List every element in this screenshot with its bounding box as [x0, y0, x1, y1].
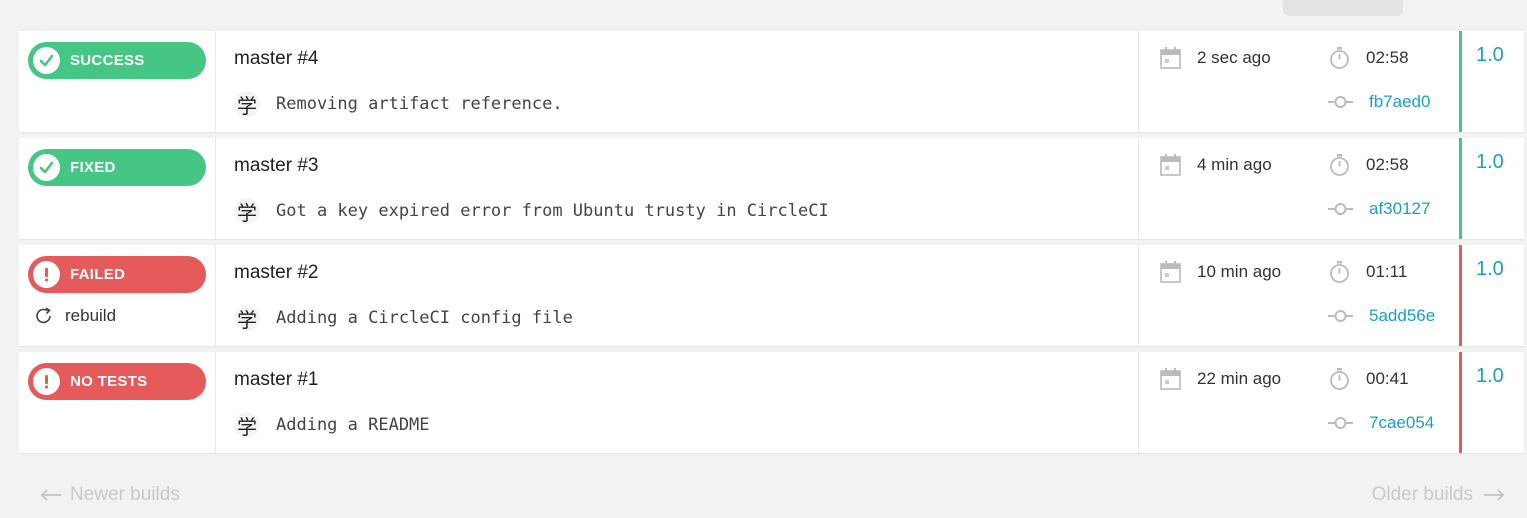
calendar-icon: [1160, 368, 1181, 390]
commit-hash-link[interactable]: 7cae054: [1369, 413, 1434, 433]
calendar-icon: [1160, 154, 1181, 176]
check-circle-icon: [33, 47, 60, 74]
status-badge[interactable]: SUCCESS: [28, 42, 206, 79]
status-bar: [1459, 138, 1462, 239]
status-bar: [1459, 352, 1462, 453]
status-badge[interactable]: FIXED: [28, 149, 206, 186]
commit-hash-link[interactable]: 5add56e: [1369, 306, 1435, 326]
build-row[interactable]: NO TESTS master #1 学 Adding a README 22 …: [19, 352, 1524, 453]
git-commit-icon: [1328, 203, 1353, 215]
build-duration: 02:58: [1366, 48, 1409, 67]
commit-hash-link[interactable]: af30127: [1369, 199, 1430, 219]
build-row[interactable]: FAILED rebuild master #2 学 Adding a Circ…: [19, 245, 1524, 346]
git-commit-icon: [1328, 310, 1353, 322]
status-bar: [1459, 245, 1462, 346]
calendar-icon: [1160, 47, 1181, 69]
build-list: SUCCESS master #4 学 Removing artifact re…: [19, 31, 1524, 459]
build-row[interactable]: FIXED master #3 学 Got a key expired erro…: [19, 138, 1524, 239]
version-link[interactable]: 1.0: [1476, 365, 1504, 388]
build-duration: 01:11: [1366, 262, 1408, 281]
rebuild-label: rebuild: [65, 306, 117, 325]
calendar-icon: [1160, 261, 1181, 283]
git-commit-icon: [1328, 417, 1353, 429]
status-label: SUCCESS: [70, 52, 145, 69]
commit-message: Removing artifact reference.: [276, 94, 563, 114]
older-builds-link[interactable]: Older builds: [1372, 484, 1505, 506]
git-commit-icon: [1328, 96, 1353, 108]
stopwatch-icon: [1330, 368, 1349, 390]
avatar: 学: [234, 305, 260, 332]
status-label: FAILED: [70, 266, 126, 283]
top-tab[interactable]: [1283, 0, 1403, 16]
refresh-icon: [36, 307, 51, 324]
exclamation-circle-icon: [33, 261, 60, 288]
build-title[interactable]: master #1: [234, 369, 1138, 391]
stopwatch-icon: [1330, 47, 1349, 69]
version-link[interactable]: 1.0: [1476, 151, 1504, 174]
build-title[interactable]: master #3: [234, 155, 1138, 177]
build-time-ago: 2 sec ago: [1197, 48, 1271, 67]
rebuild-button[interactable]: rebuild: [34, 306, 215, 326]
version-link[interactable]: 1.0: [1476, 44, 1504, 67]
build-time-ago: 22 min ago: [1197, 369, 1282, 388]
stopwatch-icon: [1330, 154, 1349, 176]
build-time-ago: 10 min ago: [1197, 262, 1282, 281]
status-label: NO TESTS: [70, 373, 148, 390]
commit-message: Got a key expired error from Ubuntu trus…: [276, 201, 829, 221]
status-badge[interactable]: FAILED: [28, 256, 206, 293]
status-bar: [1459, 31, 1462, 132]
build-row[interactable]: SUCCESS master #4 学 Removing artifact re…: [19, 31, 1524, 132]
arrow-right-icon: [1484, 489, 1505, 501]
build-time-ago: 4 min ago: [1197, 155, 1272, 174]
status-label: FIXED: [70, 159, 116, 176]
avatar: 学: [234, 91, 260, 118]
older-builds-label: Older builds: [1371, 484, 1473, 505]
newer-builds-link[interactable]: Newer builds: [40, 484, 180, 506]
avatar: 学: [234, 198, 260, 225]
commit-hash-link[interactable]: fb7aed0: [1369, 92, 1430, 112]
arrow-left-icon: [40, 489, 61, 501]
stopwatch-icon: [1330, 261, 1349, 283]
build-title[interactable]: master #2: [234, 262, 1138, 284]
avatar: 学: [234, 412, 260, 439]
newer-builds-label: Newer builds: [70, 484, 180, 505]
commit-message: Adding a README: [276, 415, 430, 435]
check-circle-icon: [33, 154, 60, 181]
build-title[interactable]: master #4: [234, 48, 1138, 70]
exclamation-circle-icon: [33, 368, 60, 395]
status-badge[interactable]: NO TESTS: [28, 363, 206, 400]
build-duration: 02:58: [1366, 155, 1409, 174]
build-duration: 00:41: [1366, 369, 1409, 388]
commit-message: Adding a CircleCI config file: [276, 308, 573, 328]
version-link[interactable]: 1.0: [1476, 258, 1504, 281]
